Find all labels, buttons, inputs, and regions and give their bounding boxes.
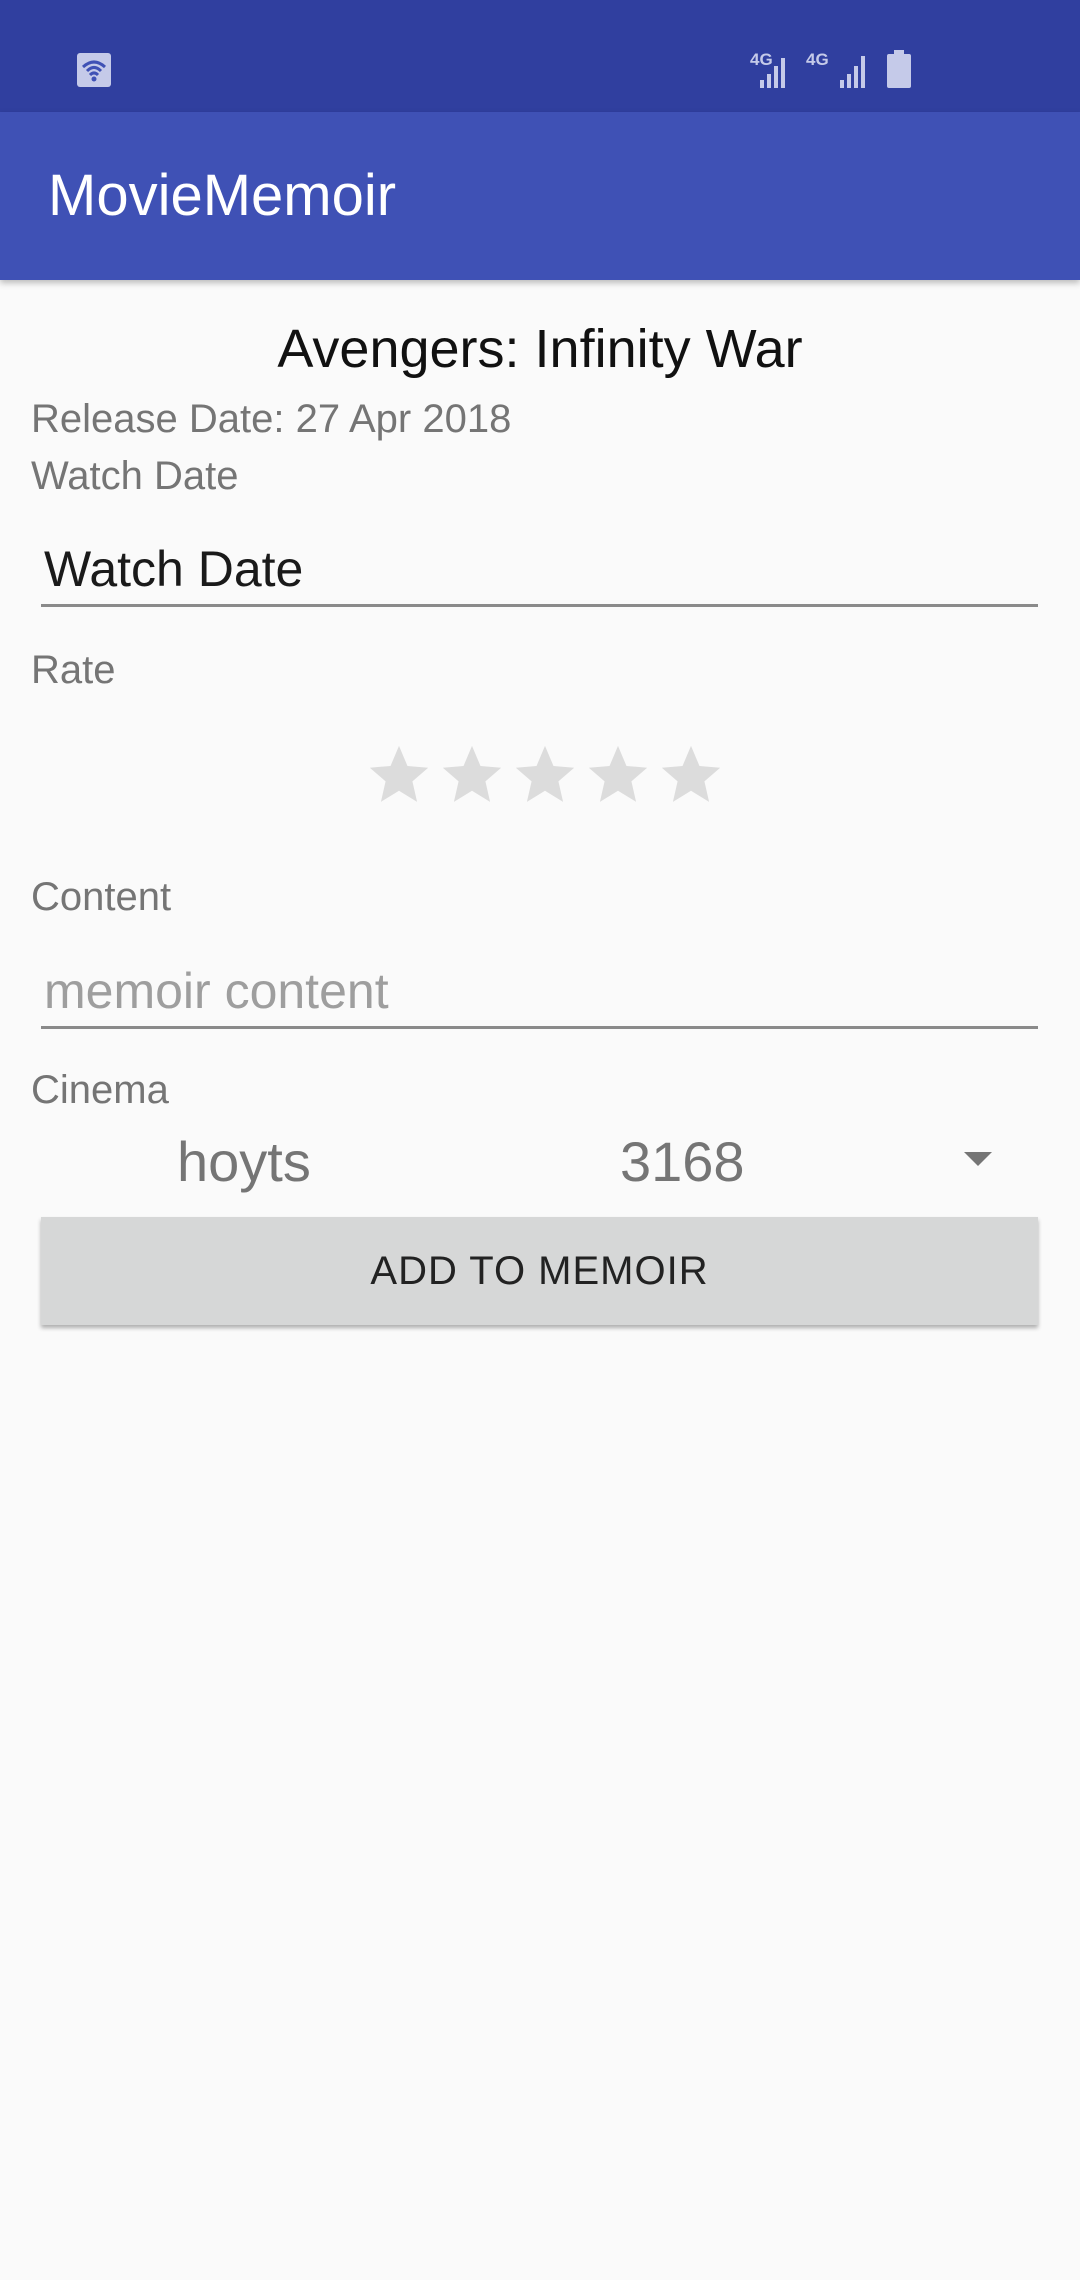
cinema-spinner[interactable]: hoyts 3168 bbox=[41, 1115, 1038, 1205]
network-type-2: 4G bbox=[806, 50, 829, 69]
star-icon[interactable] bbox=[364, 740, 434, 810]
star-icon[interactable] bbox=[510, 740, 580, 810]
status-bar: 4G 4G bbox=[0, 0, 1080, 112]
cinema-postcode: 3168 bbox=[620, 1130, 745, 1193]
battery-icon bbox=[887, 50, 911, 88]
rate-label: Rate bbox=[31, 648, 116, 692]
app-bar: MovieMemoir bbox=[0, 112, 1080, 280]
star-icon[interactable] bbox=[583, 740, 653, 810]
cinema-name: hoyts bbox=[177, 1130, 311, 1193]
signal-icon-1 bbox=[760, 58, 785, 88]
rating-bar[interactable] bbox=[364, 740, 726, 810]
app-title: MovieMemoir bbox=[48, 163, 397, 228]
watch-date-label: Watch Date bbox=[31, 454, 239, 498]
star-icon[interactable] bbox=[656, 740, 726, 810]
wifi-icon bbox=[77, 53, 111, 87]
add-to-memoir-button[interactable]: ADD TO MEMOIR bbox=[41, 1217, 1038, 1325]
cinema-label: Cinema bbox=[31, 1068, 169, 1112]
content-label: Content bbox=[31, 875, 172, 919]
movie-title: Avengers: Infinity War bbox=[277, 319, 803, 379]
release-date: Release Date: 27 Apr 2018 bbox=[31, 397, 512, 441]
star-icon[interactable] bbox=[437, 740, 507, 810]
signal-icon-2 bbox=[840, 56, 865, 88]
dropdown-arrow-icon[interactable] bbox=[962, 1150, 994, 1168]
watch-date-input[interactable]: Watch Date bbox=[41, 540, 1038, 607]
content-input[interactable]: memoir content bbox=[41, 962, 1038, 1029]
